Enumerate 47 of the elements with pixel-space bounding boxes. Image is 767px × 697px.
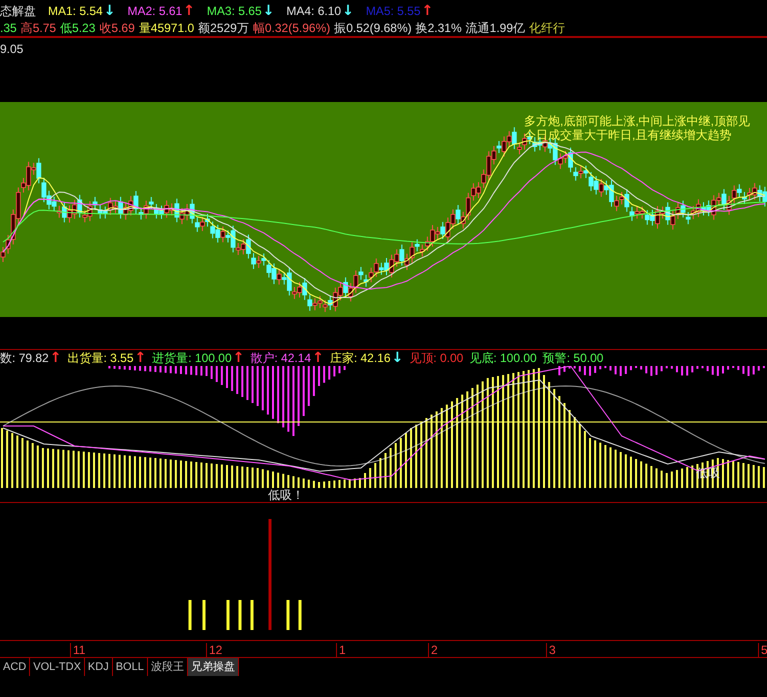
signal-label: 低吸！ bbox=[268, 488, 304, 502]
quote-value: 幅0.32(5.96%) bbox=[252, 20, 330, 34]
trend-arrow: ↑ bbox=[134, 351, 146, 365]
indicator-reading: 预警: 50.00 bbox=[542, 351, 604, 365]
quote-value: 低5.23 bbox=[60, 20, 96, 34]
indicator-reading: 见顶: 0.00 bbox=[409, 351, 464, 365]
axis-label: 2 bbox=[428, 643, 438, 657]
quote-value: 收5.69 bbox=[99, 20, 135, 34]
ma-reading: MA5: 5.55 bbox=[366, 4, 421, 18]
ma-reading: MA2: 5.61 bbox=[127, 4, 182, 18]
trend-arrow: ↑ bbox=[312, 351, 324, 365]
quote-value: 化纤行 bbox=[529, 20, 565, 34]
quote-value: 振0.52(9.68%) bbox=[334, 20, 412, 34]
indicator-reading: 出货量: 3.55 bbox=[67, 351, 134, 365]
quote-value: 流通1.99亿 bbox=[466, 20, 525, 34]
indicator-reading: 散户: 42.14 bbox=[250, 351, 312, 365]
axis-label: 12 bbox=[206, 643, 222, 657]
ma-reading: MA3: 5.65 bbox=[206, 4, 262, 18]
trend-arrow: ↑ bbox=[183, 4, 195, 18]
trend-arrow: ↓ bbox=[104, 4, 116, 18]
chart-title: 态解盘 bbox=[0, 4, 36, 18]
signal-note: 多方炮,底部可能上涨,中间上涨中继,顶部见 bbox=[524, 114, 750, 128]
trend-arrow: ↑ bbox=[50, 351, 62, 365]
axis-label: 11 bbox=[70, 643, 86, 657]
indicator-tab[interactable]: VOL-TDX bbox=[30, 658, 85, 676]
indicator-reading: 数: 79.82 bbox=[0, 351, 49, 365]
quote-value: .35 bbox=[0, 20, 17, 34]
indicator-tab[interactable]: ACD bbox=[0, 658, 30, 676]
indicator-reading: 见底: 100.00 bbox=[469, 351, 537, 365]
quote-value: 量45971.0 bbox=[138, 20, 194, 34]
quote-value: 换2.31% bbox=[416, 20, 462, 34]
trend-arrow: ↑ bbox=[422, 4, 434, 18]
axis-label: 5 bbox=[758, 643, 767, 657]
axis-label: 1 bbox=[336, 643, 346, 657]
trend-arrow: ↓ bbox=[262, 4, 274, 18]
ma-reading: MA1: 5.54 bbox=[48, 4, 103, 18]
indicator-reading: 进货量: 100.00 bbox=[152, 351, 232, 365]
quote-value: 高5.75 bbox=[20, 20, 56, 34]
ma-reading: MA4: 6.10 bbox=[286, 4, 342, 18]
quote-value: 额2529万 bbox=[198, 20, 249, 34]
indicator-reading: 庄家: 42.16 bbox=[330, 351, 391, 365]
trend-arrow: ↓ bbox=[342, 4, 354, 18]
price-label: 9.05 bbox=[0, 42, 24, 56]
indicator-tab[interactable]: 兄弟操盘 bbox=[188, 658, 239, 676]
axis-label: 3 bbox=[546, 643, 556, 657]
trend-arrow: ↓ bbox=[392, 351, 404, 365]
trend-arrow: ↑ bbox=[232, 351, 244, 365]
